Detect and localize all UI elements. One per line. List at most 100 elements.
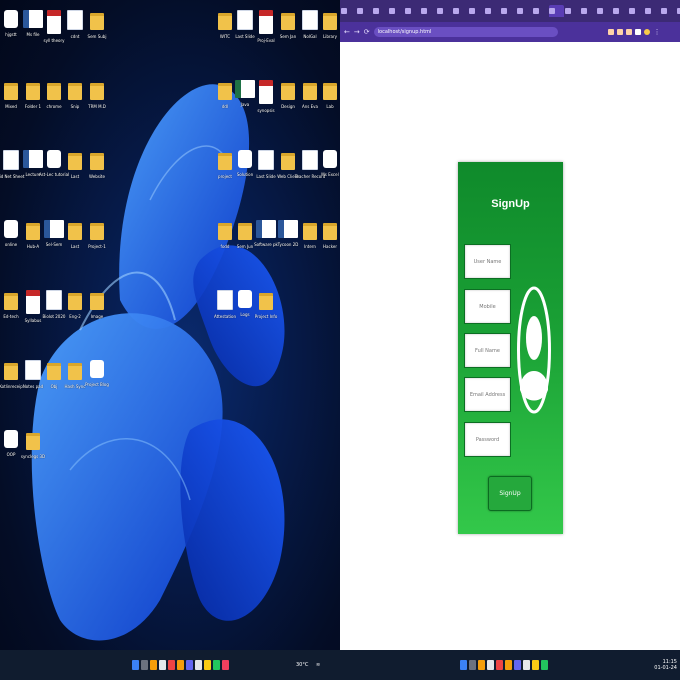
folder-icon: [90, 13, 104, 30]
app-icon: [323, 150, 337, 168]
weather-text[interactable]: 30°C: [296, 662, 308, 668]
menu-icon[interactable]: ⋮: [654, 28, 661, 36]
password-field[interactable]: Password: [464, 422, 511, 457]
taskbar-app-icon[interactable]: [177, 660, 184, 670]
browser-tab[interactable]: [565, 5, 580, 17]
taskbar-app-icon[interactable]: [469, 660, 476, 670]
email-placeholder: Email Address: [469, 392, 506, 398]
taskbar-app-icon[interactable]: [132, 660, 139, 670]
username-field[interactable]: User Name: [464, 244, 511, 279]
system-clock[interactable]: 11:15 01-01-24: [654, 659, 677, 671]
taskbar-app-icon[interactable]: [532, 660, 539, 670]
taskbar-app-icon[interactable]: [496, 660, 503, 670]
taskbar-app-icon[interactable]: [487, 660, 494, 670]
taskbar-app-icon[interactable]: [186, 660, 193, 670]
browser-tab[interactable]: [597, 5, 612, 17]
desktop-icon[interactable]: Website: [77, 150, 117, 194]
browser-tab[interactable]: [341, 5, 356, 17]
desktop-icon-label: synclegs 3D: [20, 454, 46, 459]
desktop-icon[interactable]: Hacker: [310, 220, 340, 264]
desktop-icon-label: Image: [90, 314, 104, 319]
folder-icon: [90, 293, 104, 310]
url-input[interactable]: localhost/signup.html: [373, 27, 558, 37]
desktop-icon[interactable]: Library: [310, 10, 340, 54]
extension-icon[interactable]: [607, 29, 614, 35]
browser-tab[interactable]: [437, 5, 452, 17]
taskbar-app-icon[interactable]: [168, 660, 175, 670]
desktop-icon[interactable]: TRM M.D: [77, 80, 117, 124]
taskbar-app-icon[interactable]: [478, 660, 485, 670]
fullname-field[interactable]: Full Name: [464, 333, 511, 368]
browser-tab[interactable]: [581, 5, 596, 17]
reload-button[interactable]: ⟳: [364, 28, 370, 36]
desktop-icon-label: Project Blog: [85, 382, 109, 387]
desktop-icon[interactable]: Project Info: [246, 290, 286, 334]
back-button[interactable]: ←: [344, 28, 350, 36]
desktop-icon-label: Project Info: [254, 314, 278, 319]
browser-tab[interactable]: [469, 5, 484, 17]
address-bar: ← → ⟳ localhost/signup.html ⋮: [340, 22, 680, 42]
tab-favicon-icon: [549, 8, 555, 14]
desktop-icon[interactable]: Project-1: [77, 220, 117, 264]
browser-tab[interactable]: [645, 5, 660, 17]
signup-card: SignUp User Name Mobile Full Name Email …: [458, 162, 563, 534]
browser-tab[interactable]: [389, 5, 404, 17]
browser-tab[interactable]: [501, 5, 516, 17]
desktop-icon[interactable]: Lab: [310, 80, 340, 124]
browser-tab[interactable]: [629, 5, 644, 17]
taskbar-app-icon[interactable]: [523, 660, 530, 670]
desktop-icon-label: Library: [323, 34, 337, 39]
browser-tab[interactable]: [485, 5, 500, 17]
taskbar-app-icon[interactable]: [195, 660, 202, 670]
wifi-icon[interactable]: ≋: [316, 662, 320, 668]
browser-tab[interactable]: [533, 5, 548, 17]
folder-icon: [323, 223, 337, 240]
taskbar-app-icon[interactable]: [460, 660, 467, 670]
taskbar-app-icon[interactable]: [514, 660, 521, 670]
browser-tab[interactable]: [357, 5, 372, 17]
taskbar-app-icon[interactable]: [505, 660, 512, 670]
browser-tab[interactable]: [453, 5, 468, 17]
tab-favicon-icon: [421, 8, 427, 14]
mobile-field[interactable]: Mobile: [464, 289, 511, 324]
taskbar-app-icon[interactable]: [141, 660, 148, 670]
signup-title: SignUp: [491, 198, 530, 210]
clock-date: 01-01-24: [654, 665, 677, 671]
taskbar-app-icon[interactable]: [159, 660, 166, 670]
taskbar-app-icon[interactable]: [204, 660, 211, 670]
signup-button-label: SignUp: [499, 490, 521, 497]
browser-tab[interactable]: [405, 5, 420, 17]
taskbar-app-icon[interactable]: [213, 660, 220, 670]
tab-favicon-icon: [533, 8, 539, 14]
email-field[interactable]: Email Address: [464, 377, 511, 412]
taskbar-app-icon[interactable]: [541, 660, 548, 670]
tab-favicon-icon: [629, 8, 635, 14]
extension-icon[interactable]: [625, 29, 632, 35]
tab-favicon-icon: [469, 8, 475, 14]
browser-tab[interactable]: [661, 5, 676, 17]
fullname-placeholder: Full Name: [475, 348, 500, 354]
folder-icon: [323, 13, 337, 30]
browser-tab[interactable]: [421, 5, 436, 17]
folder-icon: [90, 153, 104, 170]
tab-favicon-icon: [437, 8, 443, 14]
desktop-icon[interactable]: Project Blog: [77, 360, 117, 404]
taskbar-app-icon[interactable]: [150, 660, 157, 670]
browser-tab[interactable]: [517, 5, 532, 17]
browser-tab[interactable]: [549, 5, 564, 17]
desktop-icon[interactable]: Sem Subj: [77, 10, 117, 54]
browser-tab[interactable]: [373, 5, 388, 17]
forward-button[interactable]: →: [354, 28, 360, 36]
profile-icon[interactable]: [643, 29, 650, 35]
page-content: SignUp User Name Mobile Full Name Email …: [340, 42, 680, 650]
browser-tab[interactable]: [613, 5, 628, 17]
desktop-icon[interactable]: Ms Excel: [310, 150, 340, 194]
signup-button[interactable]: SignUp: [488, 476, 532, 511]
extension-icon[interactable]: [616, 29, 623, 35]
folder-icon: [259, 293, 273, 310]
extension-icon[interactable]: [634, 29, 641, 35]
tab-favicon-icon: [565, 8, 571, 14]
desktop-icon[interactable]: synclegs 3D: [13, 430, 53, 474]
taskbar-app-icon[interactable]: [222, 660, 229, 670]
desktop-icon[interactable]: Image: [77, 290, 117, 334]
